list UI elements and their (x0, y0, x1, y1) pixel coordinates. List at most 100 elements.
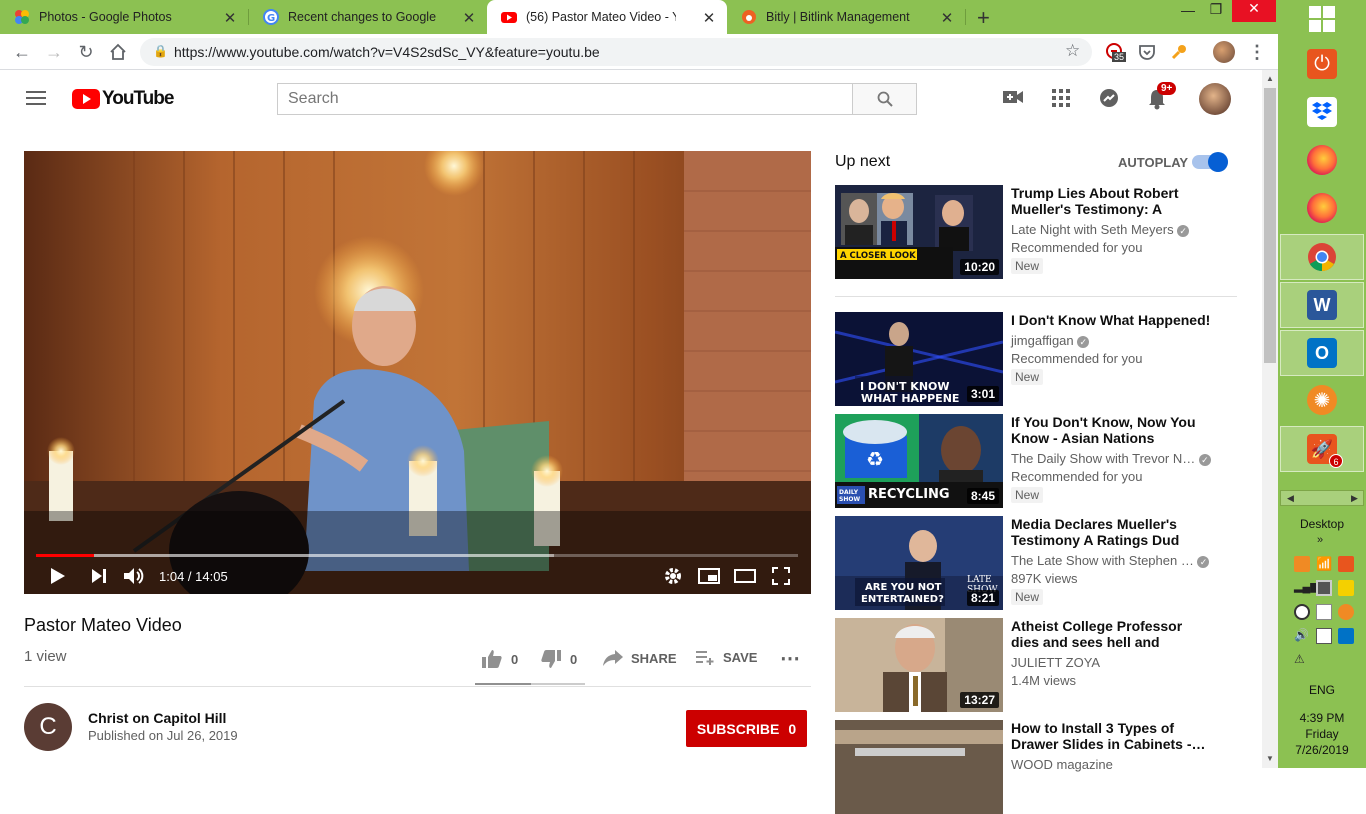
account-avatar[interactable] (1199, 83, 1231, 115)
recommended-video[interactable]: A CLOSER LOOK 10:20 Trump Lies About Rob… (835, 185, 1240, 279)
dislike-button[interactable]: 0 (541, 650, 577, 668)
tray-app-icon[interactable] (1294, 604, 1310, 620)
tab-youtube[interactable]: (56) Pastor Mateo Video - YouTube ✕ (487, 0, 727, 34)
autoplay-toggle[interactable] (1192, 152, 1228, 172)
search-button[interactable] (852, 83, 917, 115)
network-icon[interactable]: ▂▄▆ (1294, 580, 1319, 596)
messages-icon[interactable] (1099, 88, 1119, 113)
outlook-tray-icon[interactable] (1338, 628, 1354, 644)
word-icon: W (1307, 290, 1337, 320)
video-thumbnail[interactable] (835, 720, 1003, 814)
dislike-count: 0 (570, 651, 578, 667)
back-icon[interactable]: ← (10, 40, 34, 64)
taskbar-chrome[interactable] (1280, 234, 1364, 280)
notifications-bell-icon[interactable]: 9+ (1147, 82, 1177, 115)
page-scrollbar[interactable]: ▲ ▼ (1262, 70, 1278, 768)
forward-icon[interactable]: → (42, 40, 66, 64)
recommended-video[interactable]: ARE YOU NOT ENTERTAINED? LATE SHOW 8:21 … (835, 516, 1240, 610)
miniplayer-button[interactable] (698, 564, 720, 588)
tray-app-icon[interactable] (1338, 556, 1354, 572)
more-actions-icon[interactable]: ⋯ (780, 646, 800, 671)
close-tab-icon[interactable]: ✕ (939, 9, 955, 27)
tab-bitly[interactable]: Bitly | Bitlink Management ✕ (727, 0, 965, 34)
desktop-toolbar-label[interactable]: Desktop (1278, 517, 1366, 531)
recommended-video[interactable]: I DON'T KNOW WHAT HAPPENE 3:01 I Don't K… (835, 312, 1240, 406)
taskbar-power-app[interactable]: ⏻ (1292, 42, 1352, 86)
fullscreen-button[interactable] (772, 564, 790, 588)
channel-name: The Daily Show with Trevor N… ✓ (1011, 451, 1211, 466)
scroll-left-arrow-icon[interactable]: ◀ (1287, 493, 1294, 504)
video-thumbnail[interactable]: 13:27 (835, 618, 1003, 712)
save-button[interactable]: SAVE (696, 650, 757, 665)
tray-app-icon[interactable] (1338, 604, 1354, 620)
tray-app-icon[interactable] (1294, 556, 1310, 572)
video-thumbnail[interactable]: ♻ DAILY SHOW RECYCLING 8:45 (835, 414, 1003, 508)
close-tab-icon[interactable]: ✕ (701, 9, 717, 27)
theater-mode-button[interactable] (734, 564, 756, 588)
pocket-icon[interactable] (1135, 40, 1159, 64)
profile-avatar-icon[interactable] (1212, 40, 1236, 64)
taskbar-firefox[interactable] (1292, 138, 1352, 182)
key-extension-icon[interactable] (1167, 40, 1191, 64)
taskbar-dropbox[interactable] (1292, 90, 1352, 134)
home-icon[interactable] (106, 40, 130, 64)
reload-icon[interactable]: ↻ (74, 40, 98, 64)
play-button[interactable] (50, 564, 66, 588)
svg-text:♻: ♻ (866, 447, 884, 471)
address-bar[interactable]: 🔒 https://www.youtube.com/watch?v=V4S2sd… (140, 38, 1092, 66)
next-button[interactable] (92, 564, 106, 588)
scrollbar-thumb[interactable] (1264, 88, 1276, 363)
search-input[interactable] (278, 84, 853, 114)
chevron-double-down-icon[interactable]: » (1317, 534, 1323, 546)
scroll-up-arrow-icon[interactable]: ▲ (1266, 74, 1274, 83)
subscribe-button[interactable]: SUBSCRIBE 0 (686, 710, 807, 747)
like-button[interactable]: 0 (482, 650, 518, 668)
close-window-button[interactable]: ✕ (1232, 0, 1276, 22)
warning-icon[interactable]: ⚠ (1294, 652, 1310, 668)
scroll-down-arrow-icon[interactable]: ▼ (1266, 754, 1274, 763)
taskbar-app-gear[interactable]: ✺ (1292, 378, 1352, 422)
settings-button[interactable] (664, 564, 682, 588)
taskbar-rocket-app[interactable]: 🚀 6 (1280, 426, 1364, 472)
video-progress-bar[interactable] (36, 554, 798, 557)
scroll-right-arrow-icon[interactable]: ▶ (1351, 493, 1358, 504)
new-tab-button[interactable]: + (977, 5, 990, 31)
tray-app-icon[interactable] (1316, 604, 1332, 620)
taskbar-firefox-2[interactable] (1292, 186, 1352, 230)
create-video-icon[interactable] (1003, 89, 1023, 110)
video-player[interactable]: 1:04 / 14:05 (24, 151, 811, 594)
hamburger-menu-icon[interactable] (26, 90, 46, 111)
extension-icon[interactable]: 35 (1103, 40, 1127, 64)
system-clock[interactable]: 4:39 PM Friday 7/26/2019 (1278, 710, 1366, 758)
tab-recent-changes[interactable]: G Recent changes to Google Photos ✕ (249, 0, 487, 34)
windows-start-icon[interactable] (1309, 6, 1335, 37)
recommended-video[interactable]: ♻ DAILY SHOW RECYCLING 8:45 If You Don't… (835, 414, 1240, 508)
tray-app-icon[interactable] (1338, 580, 1354, 596)
channel-name[interactable]: Christ on Capitol Hill (88, 710, 226, 726)
close-tab-icon[interactable]: ✕ (461, 9, 477, 27)
share-button[interactable]: SHARE (603, 650, 677, 666)
wifi-icon[interactable]: 📶 (1316, 556, 1332, 572)
tab-google-photos[interactable]: Photos - Google Photos ✕ (0, 0, 248, 34)
battery-icon[interactable] (1316, 628, 1332, 644)
youtube-logo[interactable]: YouTube (72, 88, 174, 110)
speaker-icon[interactable]: 🔊 (1294, 628, 1310, 644)
channel-avatar[interactable]: C (24, 703, 72, 751)
video-thumbnail[interactable]: I DON'T KNOW WHAT HAPPENE 3:01 (835, 312, 1003, 406)
taskbar-outlook[interactable]: O (1280, 330, 1364, 376)
bookmark-star-icon[interactable]: ☆ (1065, 41, 1080, 61)
rocket-icon: 🚀 6 (1307, 434, 1343, 468)
taskbar-word[interactable]: W (1280, 282, 1364, 328)
input-language[interactable]: ENG (1278, 683, 1366, 697)
play-icon (51, 568, 65, 584)
recommended-video[interactable]: How to Install 3 Types of Drawer Slides … (835, 720, 1240, 814)
recommended-video[interactable]: 13:27 Atheist College Professor dies and… (835, 618, 1240, 712)
close-tab-icon[interactable]: ✕ (222, 9, 238, 27)
apps-grid-icon[interactable] (1052, 89, 1070, 112)
video-thumbnail[interactable]: ARE YOU NOT ENTERTAINED? LATE SHOW 8:21 (835, 516, 1003, 610)
display-icon[interactable] (1316, 580, 1332, 596)
taskbar-scroll[interactable]: ◀ ▶ (1280, 490, 1364, 506)
video-thumbnail[interactable]: A CLOSER LOOK 10:20 (835, 185, 1003, 279)
menu-dots-icon[interactable]: ⋮ (1245, 40, 1269, 64)
volume-button[interactable] (124, 564, 146, 588)
